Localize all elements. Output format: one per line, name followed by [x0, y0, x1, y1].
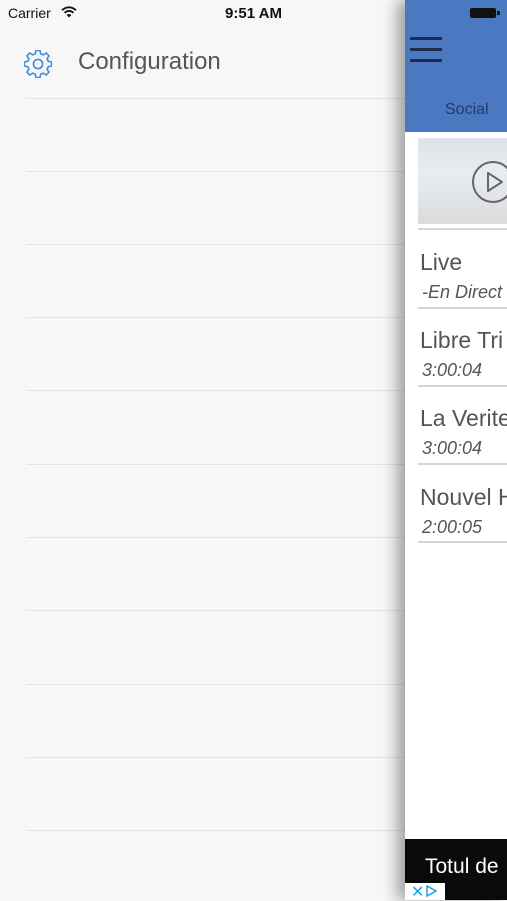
status-bar: Carrier 9:51 AM — [0, 0, 507, 26]
play-icon[interactable] — [471, 160, 507, 204]
item-title: Live — [420, 249, 463, 275]
adchoices-icon[interactable] — [425, 885, 437, 897]
menu-row[interactable] — [26, 390, 405, 464]
hamburger-menu-icon[interactable] — [410, 37, 442, 63]
gear-icon — [24, 50, 52, 78]
menu-row[interactable] — [26, 537, 405, 611]
menu-row[interactable] — [26, 464, 405, 538]
divider — [418, 385, 507, 387]
item-subtitle: 3:00:04 — [422, 360, 483, 380]
menu-row[interactable] — [26, 171, 405, 245]
menu-row[interactable] — [26, 610, 405, 684]
menu-row[interactable] — [26, 244, 405, 318]
item-subtitle: 3:00:04 — [422, 438, 483, 458]
close-icon[interactable]: ✕ — [411, 882, 424, 900]
tab-social[interactable]: Social — [445, 101, 489, 119]
ad-text: Totul de — [425, 855, 499, 878]
video-thumbnail[interactable] — [418, 138, 507, 224]
divider — [418, 463, 507, 465]
main-panel[interactable]: Social Live -En Direct Libre Tri 3:00:04… — [405, 0, 507, 900]
divider — [418, 228, 507, 230]
menu-row[interactable] — [26, 684, 405, 758]
ad-banner[interactable]: Totul de ✕ — [405, 839, 507, 900]
battery-icon — [470, 8, 496, 18]
menu-item-configuration[interactable]: Configuration — [0, 36, 405, 90]
divider — [418, 307, 507, 309]
item-subtitle: -En Direct — [422, 282, 503, 302]
menu-title: Configuration — [78, 48, 221, 75]
menu-row[interactable] — [26, 98, 405, 172]
menu-row[interactable] — [26, 317, 405, 391]
divider — [418, 541, 507, 543]
ad-choices[interactable]: ✕ — [405, 883, 445, 900]
item-title: Libre Tri — [420, 327, 504, 353]
menu-row[interactable] — [26, 830, 405, 901]
item-subtitle: 2:00:05 — [422, 517, 483, 537]
item-title: La Verite — [420, 405, 507, 431]
clock: 9:51 AM — [225, 5, 282, 22]
menu-row[interactable] — [26, 757, 405, 831]
item-title: Nouvel H — [420, 484, 507, 510]
battery-tip — [497, 11, 500, 15]
